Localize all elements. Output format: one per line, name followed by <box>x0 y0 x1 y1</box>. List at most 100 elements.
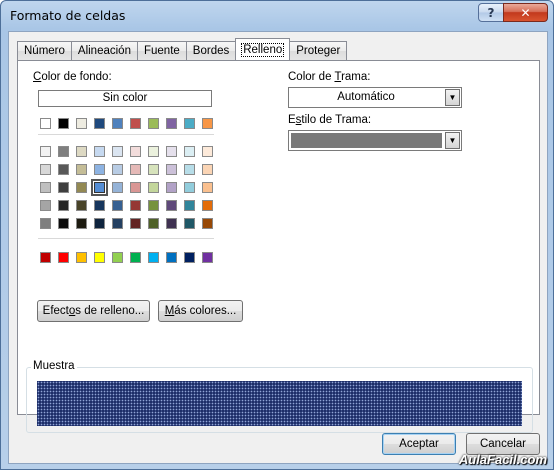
more-colors-button[interactable]: Más colores... <box>158 300 243 322</box>
color-swatch[interactable] <box>184 252 195 263</box>
color-swatch[interactable] <box>94 164 105 175</box>
color-swatch[interactable] <box>40 218 51 229</box>
color-swatch[interactable] <box>94 146 105 157</box>
tab-strip: Número Alineación Fuente Bordes Relleno … <box>17 38 348 60</box>
close-button[interactable]: ✕ <box>503 3 548 22</box>
tab-alineacion[interactable]: Alineación <box>70 41 138 60</box>
color-swatch[interactable] <box>76 164 87 175</box>
color-swatch[interactable] <box>148 252 159 263</box>
tab-fuente[interactable]: Fuente <box>136 41 187 60</box>
pattern-color-select[interactable]: Automático ▼ <box>288 87 462 108</box>
color-swatch[interactable] <box>76 252 87 263</box>
color-swatch[interactable] <box>130 200 141 211</box>
tab-bordes[interactable]: Bordes <box>185 41 237 60</box>
color-swatch[interactable] <box>130 146 141 157</box>
color-swatch[interactable] <box>184 218 195 229</box>
color-swatch[interactable] <box>40 164 51 175</box>
color-swatch[interactable] <box>130 218 141 229</box>
color-swatch[interactable] <box>112 164 123 175</box>
tab-label: Número <box>24 45 65 57</box>
color-swatch[interactable] <box>94 118 105 129</box>
tab-relleno[interactable]: Relleno <box>235 38 291 60</box>
palette-divider <box>38 134 214 135</box>
tab-label: Alineación <box>77 45 131 57</box>
color-swatch[interactable] <box>148 164 159 175</box>
color-swatch[interactable] <box>94 252 105 263</box>
color-swatch[interactable] <box>40 118 51 129</box>
fill-tab-panel: Color de fondo: Sin color Efect o s de rel… <box>17 60 540 433</box>
color-swatch[interactable] <box>76 200 87 211</box>
color-swatch[interactable] <box>202 200 213 211</box>
color-swatch[interactable] <box>202 164 213 175</box>
color-swatch[interactable] <box>184 200 195 211</box>
color-swatch[interactable] <box>166 252 177 263</box>
color-swatch[interactable] <box>112 218 123 229</box>
color-swatch[interactable] <box>166 218 177 229</box>
sample-preview <box>37 381 522 426</box>
color-swatch[interactable] <box>112 252 123 263</box>
color-swatch[interactable] <box>58 182 69 193</box>
color-swatch[interactable] <box>184 182 195 193</box>
color-swatch[interactable] <box>184 146 195 157</box>
color-swatch[interactable] <box>130 118 141 129</box>
tab-label: Bordes <box>192 45 230 57</box>
color-swatch[interactable] <box>130 182 141 193</box>
color-swatch[interactable] <box>202 182 213 193</box>
color-swatch[interactable] <box>58 218 69 229</box>
palette-divider <box>38 238 214 239</box>
color-swatch[interactable] <box>166 164 177 175</box>
color-swatch[interactable] <box>166 182 177 193</box>
color-swatch[interactable] <box>202 118 213 129</box>
color-swatch[interactable] <box>130 252 141 263</box>
color-swatch[interactable] <box>76 182 87 193</box>
color-swatch[interactable] <box>202 252 213 263</box>
color-swatch[interactable] <box>148 118 159 129</box>
color-swatch[interactable] <box>40 146 51 157</box>
chevron-down-icon[interactable]: ▼ <box>445 89 460 106</box>
color-swatch[interactable] <box>166 146 177 157</box>
color-swatch[interactable] <box>58 146 69 157</box>
color-swatch[interactable] <box>112 146 123 157</box>
color-swatch[interactable] <box>58 164 69 175</box>
color-swatch[interactable] <box>202 218 213 229</box>
color-swatch[interactable] <box>91 179 108 196</box>
color-swatch[interactable] <box>94 218 105 229</box>
fill-effects-button[interactable]: Efect o s de relleno... <box>37 300 150 322</box>
ok-button[interactable]: Aceptar <box>382 433 456 455</box>
color-swatch[interactable] <box>148 218 159 229</box>
color-swatch[interactable] <box>166 200 177 211</box>
color-swatch[interactable] <box>76 118 87 129</box>
tab-proteger[interactable]: Proteger <box>289 41 348 60</box>
color-swatch[interactable] <box>112 200 123 211</box>
color-swatch[interactable] <box>76 218 87 229</box>
color-swatch[interactable] <box>112 182 123 193</box>
color-swatch[interactable] <box>166 118 177 129</box>
no-color-button[interactable]: Sin color <box>38 90 212 107</box>
color-swatch[interactable] <box>148 182 159 193</box>
color-swatch[interactable] <box>202 146 213 157</box>
title-bar: Formato de celdas ? ✕ <box>1 1 553 31</box>
color-swatch[interactable] <box>76 146 87 157</box>
color-swatch[interactable] <box>184 118 195 129</box>
color-swatch[interactable] <box>148 146 159 157</box>
tab-numero[interactable]: Número <box>17 41 72 60</box>
help-button[interactable]: ? <box>478 3 504 22</box>
pattern-style-label: Estilo de Trama: <box>288 114 372 126</box>
tab-label: Fuente <box>143 45 180 57</box>
color-swatch[interactable] <box>148 200 159 211</box>
color-swatch[interactable] <box>94 200 105 211</box>
color-swatch[interactable] <box>112 118 123 129</box>
pattern-style-select[interactable]: ▼ <box>288 130 462 151</box>
color-swatch[interactable] <box>184 164 195 175</box>
site-watermark: AulaFacil.com <box>458 452 547 467</box>
color-swatch[interactable] <box>40 182 51 193</box>
color-swatch[interactable] <box>40 200 51 211</box>
chevron-down-icon[interactable]: ▼ <box>445 132 460 149</box>
color-swatch[interactable] <box>130 164 141 175</box>
color-swatch[interactable] <box>58 252 69 263</box>
color-swatch[interactable] <box>58 118 69 129</box>
color-swatch[interactable] <box>58 200 69 211</box>
dialog-client-area: Número Alineación Fuente Bordes Relleno … <box>8 31 548 464</box>
color-swatch[interactable] <box>40 252 51 263</box>
sample-group: Muestra <box>26 360 533 433</box>
